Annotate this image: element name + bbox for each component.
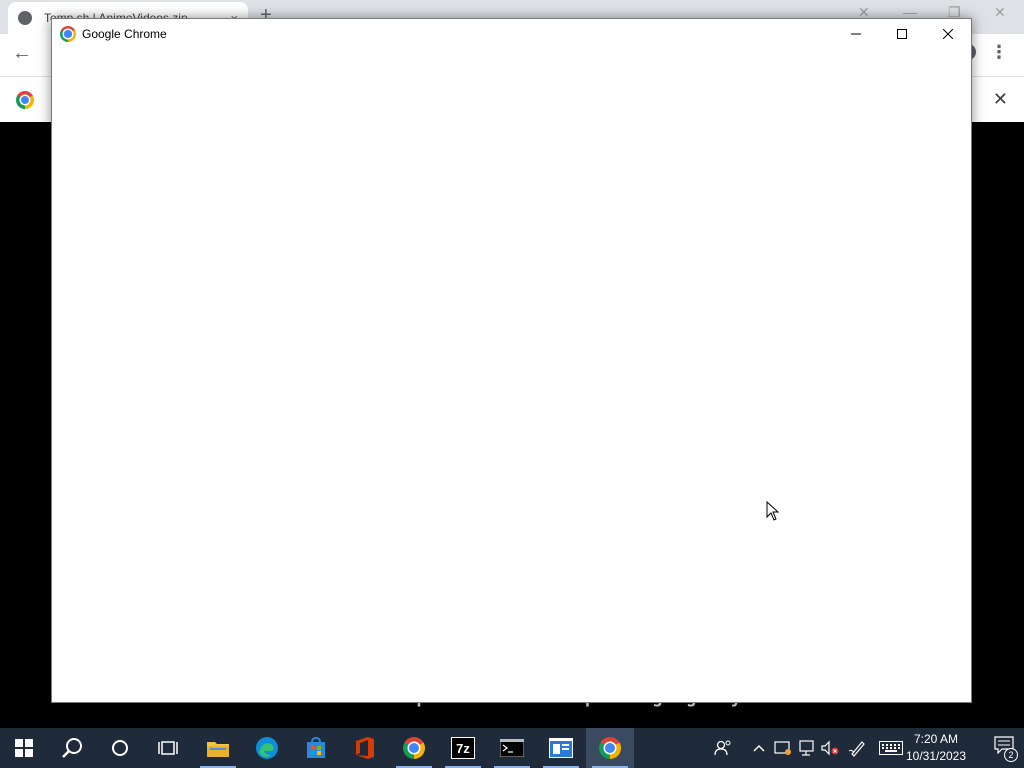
pen-workspace-button[interactable] [846,728,870,768]
notification-count-badge: 2 [1004,748,1018,762]
tray-app-button[interactable] [772,728,794,768]
chevron-up-icon [753,745,765,752]
svg-text:7z: 7z [456,741,470,756]
windows-logo-icon [15,739,33,757]
people-button[interactable] [710,728,736,768]
edge-button[interactable] [243,728,291,768]
search-icon [62,738,82,758]
window-title: Google Chrome [82,27,167,41]
minimize-button[interactable] [833,19,879,49]
clock-time: 7:20 AM [913,732,959,746]
pen-icon [848,741,865,757]
task-view-button[interactable] [144,728,192,768]
taskbar: 7z 7:20 AM 10/31/2023 2 [0,728,1024,768]
folder-icon [207,742,229,757]
window-app-button[interactable] [537,728,585,768]
minimize-icon [851,33,861,35]
7zip-icon: 7z [451,737,475,759]
globe-icon [18,11,32,25]
chrome-window[interactable]: Google Chrome [51,18,972,703]
edge-icon [256,737,278,759]
store-icon [307,736,325,758]
close-button[interactable] [925,19,971,49]
maximize-button[interactable] [879,19,925,49]
maximize-icon [897,29,907,39]
task-view-icon [158,741,178,755]
network-button[interactable] [796,728,818,768]
terminal-icon [500,739,524,757]
close-icon [943,29,953,39]
store-button[interactable] [292,728,340,768]
file-explorer-button[interactable] [194,728,242,768]
chrome-icon [403,737,425,759]
chrome-icon [60,26,76,42]
back-button[interactable]: ← [12,42,32,65]
office-button[interactable] [341,728,389,768]
chrome-button[interactable] [390,728,438,768]
show-hidden-icons-button[interactable] [748,728,770,768]
search-button[interactable] [48,728,96,768]
clock-date: 10/31/2023 [905,749,967,763]
7zip-button[interactable]: 7z [439,728,487,768]
chrome-icon [16,91,34,109]
start-button[interactable] [0,728,48,768]
terminal-button[interactable] [488,728,536,768]
network-icon [799,740,814,756]
bg-close-icon[interactable]: ✕ [994,4,1006,21]
taskbar-clock[interactable]: 7:20 AM 10/31/2023 [900,731,972,765]
tray-app-icon [774,741,791,755]
cortana-circle-icon [112,740,128,756]
chrome-icon [599,737,621,759]
chrome-active-button[interactable] [586,728,634,768]
cortana-button[interactable] [96,728,144,768]
office-icon [356,737,374,759]
volume-button[interactable] [819,728,841,768]
people-icon [714,740,731,756]
volume-muted-icon [821,740,839,756]
mouse-cursor-icon [766,501,780,521]
infobar-close-icon[interactable]: ✕ [993,89,1008,110]
window-icon [549,738,573,758]
menu-icon[interactable]: ⋮ [990,42,1008,63]
